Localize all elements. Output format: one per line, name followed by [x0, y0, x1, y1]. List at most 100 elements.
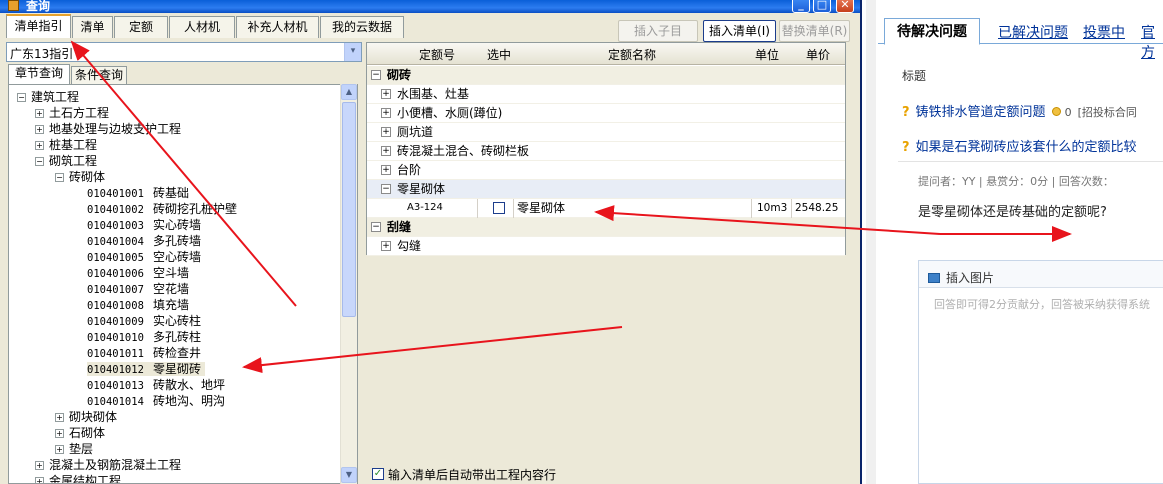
expand-icon[interactable]: +	[381, 108, 391, 118]
col-unit[interactable]: 单位	[749, 46, 785, 63]
expand-icon[interactable]: +	[381, 89, 391, 99]
collapse-icon[interactable]: −	[55, 173, 64, 182]
page-edge	[866, 0, 876, 484]
expand-icon[interactable]: +	[381, 241, 391, 251]
tree-node[interactable]: + 土石方工程	[35, 105, 109, 121]
insert-qd-button[interactable]: 插入清单(I)	[703, 20, 776, 42]
tab-pending[interactable]: 待解决问题	[884, 18, 980, 45]
close-button[interactable]: ✕	[836, 0, 854, 13]
tree-node[interactable]: 010401004 多孔砖墙	[87, 233, 201, 249]
tree-node-label: 填充墙	[153, 298, 190, 312]
col-quota-no[interactable]: 定额号	[397, 46, 477, 63]
tree-node[interactable]: 010401013 砖散水、地坪	[87, 377, 225, 393]
insert-image-button[interactable]: 插入图片	[928, 269, 994, 286]
tree-node[interactable]: + 混凝土及钢筋混凝土工程	[35, 457, 181, 473]
tree-node[interactable]: 010401001 砖基础	[87, 185, 189, 201]
grid-subgroup-row[interactable]: + 水围基、灶基	[367, 85, 845, 104]
chevron-down-icon[interactable]: ▾	[344, 43, 361, 61]
grid-group-row[interactable]: − 砌砖	[367, 66, 845, 85]
question-2-text[interactable]: 如果是石凳砌砖应该套什么的定额比较	[916, 140, 1137, 155]
tab-resolved[interactable]: 已解决问题	[998, 22, 1068, 42]
tree-node[interactable]: + 砌块砌体	[55, 409, 117, 425]
collapse-icon[interactable]: −	[371, 222, 381, 232]
tab-qd-guide[interactable]: 清单指引	[6, 14, 71, 38]
expand-icon[interactable]: +	[381, 165, 391, 175]
expand-icon[interactable]: +	[35, 461, 44, 470]
cell-divider	[751, 199, 752, 218]
tab-extra-materials[interactable]: 补充人材机	[236, 16, 319, 38]
tree-node[interactable]: + 金属结构工程	[35, 473, 121, 483]
grid-subgroup-row[interactable]: + 小便槽、水厕(蹲位)	[367, 104, 845, 123]
expand-icon[interactable]: +	[35, 109, 44, 118]
minimize-button[interactable]: _	[792, 0, 810, 13]
tree-node[interactable]: + 石砌体	[55, 425, 105, 441]
quota-row[interactable]: A3-124 零星砌体 10m3 2548.25	[367, 199, 845, 218]
question-1-text[interactable]: 铸铁排水管道定额问题	[916, 105, 1046, 120]
expand-icon[interactable]: +	[381, 146, 391, 156]
question-link-2[interactable]: ? 如果是石凳砌砖应该套什么的定额比较	[902, 136, 1137, 155]
col-price[interactable]: 单价	[793, 46, 843, 63]
tab-official[interactable]: 官方	[1141, 22, 1163, 62]
tree-node-code: 010401003	[87, 220, 144, 232]
expand-icon[interactable]: +	[55, 445, 64, 454]
tree-node[interactable]: 010401010 多孔砖柱	[87, 329, 201, 345]
expand-icon[interactable]: +	[381, 127, 391, 137]
question-1-category[interactable]: [招投标合同	[1078, 106, 1137, 119]
tab-materials[interactable]: 人材机	[169, 16, 235, 38]
tab-quota[interactable]: 定额	[114, 16, 168, 38]
grid-subgroup-row[interactable]: + 勾缝	[367, 237, 845, 256]
tree-scrollbar[interactable]: ▲ ▼	[340, 84, 357, 484]
grid-subgroup-row[interactable]: + 台阶	[367, 161, 845, 180]
tree-node[interactable]: 010401009 实心砖柱	[87, 313, 201, 329]
tree-node[interactable]: 010401003 实心砖墙	[87, 217, 201, 233]
grid-group-row[interactable]: − 刮缝	[367, 218, 845, 237]
tree-node[interactable]: 010401014 砖地沟、明沟	[87, 393, 225, 409]
tree-node[interactable]: − 砖砌体	[55, 169, 105, 185]
tab-condition-query[interactable]: 条件查询	[71, 66, 127, 84]
tree-node-label: 垫层	[69, 442, 94, 456]
tree-node[interactable]: 010401002 砖砌挖孔桩护壁	[87, 201, 237, 217]
tree-node[interactable]: 010401011 砖检查井	[87, 345, 201, 361]
tree-node[interactable]: + 地基处理与边坡支护工程	[35, 121, 181, 137]
expand-icon[interactable]: +	[35, 477, 44, 483]
select-checkbox[interactable]	[493, 202, 505, 214]
collapse-icon[interactable]: −	[35, 157, 44, 166]
tree-node[interactable]: − 建筑工程	[17, 89, 79, 105]
collapse-icon[interactable]: −	[17, 93, 26, 102]
tree-node[interactable]: + 桩基工程	[35, 137, 97, 153]
auto-content-checkbox[interactable]: ✓	[372, 468, 384, 480]
insert-child-button[interactable]: 插入子目	[618, 20, 698, 42]
expand-icon[interactable]: +	[35, 125, 44, 134]
answer-textarea[interactable]	[919, 287, 1163, 483]
col-quota-name[interactable]: 定额名称	[567, 46, 697, 63]
tab-chapter-query[interactable]: 章节查询	[8, 64, 70, 84]
col-selected[interactable]: 选中	[479, 46, 519, 63]
grid-subgroup-row[interactable]: + 厕坑道	[367, 123, 845, 142]
tab-cloud-data[interactable]: 我的云数据	[320, 16, 404, 38]
replace-qd-button[interactable]: 替换清单(R)	[779, 20, 850, 42]
grid-subgroup-row[interactable]: + 砖混凝土混合、砖砌栏板	[367, 142, 845, 161]
tree-node[interactable]: 010401012 零星砌砖	[87, 361, 206, 377]
tab-voting[interactable]: 投票中	[1083, 22, 1125, 42]
tree-node[interactable]: + 垫层	[55, 441, 93, 457]
expand-icon[interactable]: +	[55, 429, 64, 438]
tab-qd[interactable]: 清单	[72, 16, 113, 38]
collapse-icon[interactable]: −	[381, 184, 391, 194]
tree-node-code: 010401001	[87, 188, 144, 200]
collapse-icon[interactable]: −	[371, 70, 381, 80]
tree-node[interactable]: 010401005 空心砖墙	[87, 249, 201, 265]
grid-subgroup-row[interactable]: − 零星砌体	[367, 180, 845, 199]
question-link-1[interactable]: ? 铸铁排水管道定额问题 0 [招投标合同	[902, 101, 1137, 120]
tree-node[interactable]: 010401007 空花墙	[87, 281, 189, 297]
tree-node[interactable]: 010401006 空斗墙	[87, 265, 189, 281]
expand-icon[interactable]: +	[35, 141, 44, 150]
maximize-button[interactable]: □	[813, 0, 831, 13]
grid-row-label: 零星砌体	[397, 182, 446, 196]
tree-node[interactable]: 010401008 填充墙	[87, 297, 189, 313]
scroll-up-icon[interactable]: ▲	[341, 84, 357, 100]
scroll-thumb[interactable]	[342, 102, 356, 317]
scroll-down-icon[interactable]: ▼	[341, 467, 357, 483]
tree-node[interactable]: − 砌筑工程	[35, 153, 97, 169]
guide-library-select[interactable]: 广东13指引 ▾	[6, 42, 362, 62]
expand-icon[interactable]: +	[55, 413, 64, 422]
